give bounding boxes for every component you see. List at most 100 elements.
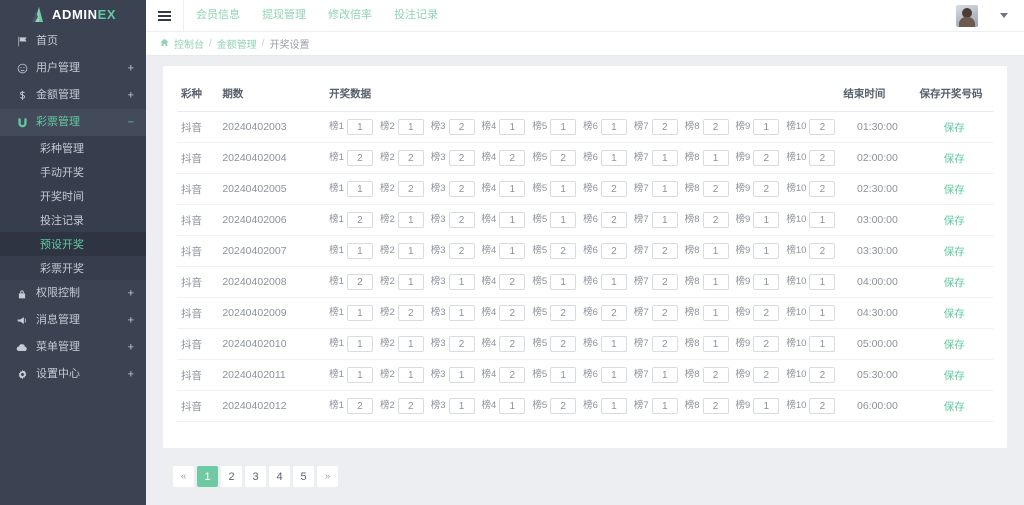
sidebar-item-settings-center[interactable]: 设置中心 +	[0, 361, 146, 388]
draw-number-input[interactable]	[651, 150, 678, 166]
sidebar-subitem-bet-records[interactable]: 投注记录	[0, 208, 146, 232]
draw-number-input[interactable]	[600, 181, 627, 197]
draw-number-input[interactable]	[600, 243, 627, 259]
topnav-member-info[interactable]: 会员信息	[196, 10, 240, 21]
draw-number-input[interactable]	[346, 305, 373, 321]
topnav-bet-records[interactable]: 投注记录	[394, 10, 438, 21]
pagination-page-5[interactable]: 5	[293, 466, 314, 487]
draw-number-input[interactable]	[753, 398, 780, 414]
draw-number-input[interactable]	[550, 274, 577, 290]
draw-number-input[interactable]	[702, 150, 729, 166]
save-button[interactable]: 保存	[944, 308, 965, 320]
save-button[interactable]: 保存	[944, 153, 965, 165]
draw-number-input[interactable]	[702, 119, 729, 135]
sidebar-item-lottery-management[interactable]: 彩票管理 −	[0, 109, 146, 136]
sidebar-subitem-preset-draw[interactable]: 预设开奖	[0, 232, 146, 256]
draw-number-input[interactable]	[448, 398, 475, 414]
draw-number-input[interactable]	[397, 243, 424, 259]
draw-number-input[interactable]	[651, 181, 678, 197]
draw-number-input[interactable]	[702, 274, 729, 290]
draw-number-input[interactable]	[397, 367, 424, 383]
expand-icon[interactable]: +	[128, 90, 134, 101]
draw-number-input[interactable]	[809, 119, 836, 135]
draw-number-input[interactable]	[702, 336, 729, 352]
draw-number-input[interactable]	[753, 212, 780, 228]
draw-number-input[interactable]	[448, 305, 475, 321]
draw-number-input[interactable]	[651, 336, 678, 352]
draw-number-input[interactable]	[397, 305, 424, 321]
draw-number-input[interactable]	[397, 150, 424, 166]
draw-number-input[interactable]	[499, 274, 526, 290]
draw-number-input[interactable]	[753, 150, 780, 166]
expand-icon[interactable]: +	[128, 63, 134, 74]
expand-icon[interactable]: +	[128, 315, 134, 326]
draw-number-input[interactable]	[651, 367, 678, 383]
draw-number-input[interactable]	[809, 243, 836, 259]
draw-number-input[interactable]	[809, 305, 836, 321]
draw-number-input[interactable]	[397, 336, 424, 352]
pagination-page-2[interactable]: 2	[221, 466, 242, 487]
draw-number-input[interactable]	[448, 243, 475, 259]
draw-number-input[interactable]	[702, 398, 729, 414]
draw-number-input[interactable]	[397, 398, 424, 414]
draw-number-input[interactable]	[809, 398, 836, 414]
draw-number-input[interactable]	[600, 336, 627, 352]
draw-number-input[interactable]	[448, 367, 475, 383]
draw-number-input[interactable]	[550, 305, 577, 321]
brand-logo[interactable]: ADMINEX	[0, 0, 146, 28]
draw-number-input[interactable]	[346, 274, 373, 290]
draw-number-input[interactable]	[753, 336, 780, 352]
pagination-next[interactable]: »	[317, 466, 338, 487]
draw-number-input[interactable]	[702, 305, 729, 321]
draw-number-input[interactable]	[499, 398, 526, 414]
collapse-icon[interactable]: −	[128, 117, 134, 128]
draw-number-input[interactable]	[550, 398, 577, 414]
sidebar-subitem-draw-time[interactable]: 开奖时间	[0, 184, 146, 208]
sidebar-item-amount-management[interactable]: 金额管理 +	[0, 82, 146, 109]
draw-number-input[interactable]	[448, 150, 475, 166]
draw-number-input[interactable]	[397, 181, 424, 197]
draw-number-input[interactable]	[651, 243, 678, 259]
draw-number-input[interactable]	[346, 243, 373, 259]
draw-number-input[interactable]	[809, 212, 836, 228]
draw-number-input[interactable]	[550, 367, 577, 383]
draw-number-input[interactable]	[651, 119, 678, 135]
draw-number-input[interactable]	[550, 150, 577, 166]
sidebar-subitem-manual-draw[interactable]: 手动开奖	[0, 160, 146, 184]
draw-number-input[interactable]	[753, 367, 780, 383]
draw-number-input[interactable]	[753, 181, 780, 197]
draw-number-input[interactable]	[651, 305, 678, 321]
draw-number-input[interactable]	[600, 367, 627, 383]
avatar[interactable]	[956, 4, 978, 27]
draw-number-input[interactable]	[346, 336, 373, 352]
draw-number-input[interactable]	[499, 305, 526, 321]
sidebar-item-message-management[interactable]: 消息管理 +	[0, 307, 146, 334]
draw-number-input[interactable]	[809, 150, 836, 166]
save-button[interactable]: 保存	[944, 184, 965, 196]
draw-number-input[interactable]	[702, 243, 729, 259]
draw-number-input[interactable]	[448, 212, 475, 228]
draw-number-input[interactable]	[499, 336, 526, 352]
draw-number-input[interactable]	[448, 119, 475, 135]
sidebar-item-home[interactable]: 首页	[0, 28, 146, 55]
draw-number-input[interactable]	[550, 336, 577, 352]
draw-number-input[interactable]	[397, 274, 424, 290]
draw-number-input[interactable]	[346, 150, 373, 166]
pagination-page-1[interactable]: 1	[197, 466, 218, 487]
draw-number-input[interactable]	[346, 119, 373, 135]
draw-number-input[interactable]	[346, 181, 373, 197]
draw-number-input[interactable]	[753, 119, 780, 135]
expand-icon[interactable]: +	[128, 342, 134, 353]
draw-number-input[interactable]	[346, 367, 373, 383]
save-button[interactable]: 保存	[944, 277, 965, 289]
save-button[interactable]: 保存	[944, 246, 965, 258]
draw-number-input[interactable]	[397, 212, 424, 228]
save-button[interactable]: 保存	[944, 215, 965, 227]
save-button[interactable]: 保存	[944, 401, 965, 413]
draw-number-input[interactable]	[809, 367, 836, 383]
draw-number-input[interactable]	[651, 274, 678, 290]
chevron-down-icon[interactable]	[1000, 13, 1008, 18]
draw-number-input[interactable]	[600, 150, 627, 166]
draw-number-input[interactable]	[499, 212, 526, 228]
draw-number-input[interactable]	[397, 119, 424, 135]
